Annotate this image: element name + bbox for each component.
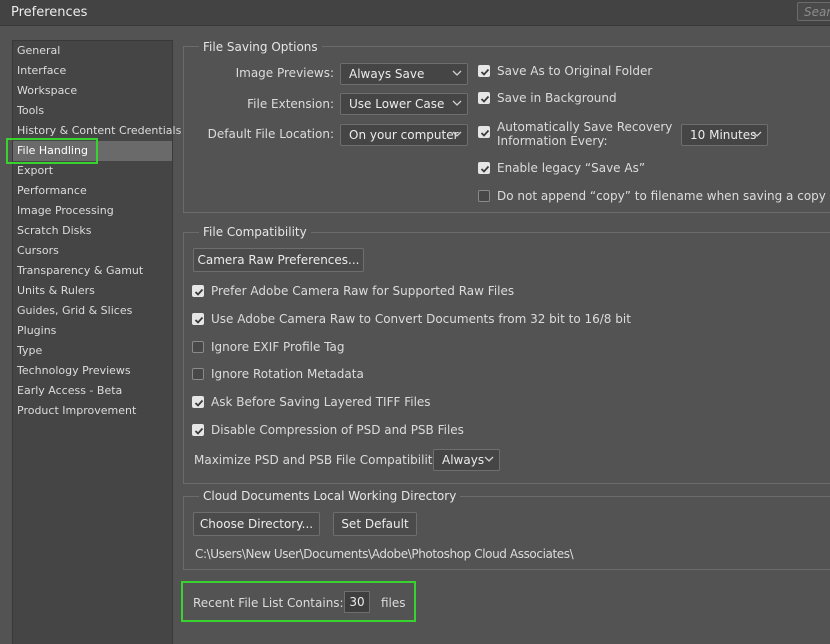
sidebar-item-workspace[interactable]: Workspace <box>13 81 172 101</box>
auto-recovery-interval-value: 10 Minutes <box>690 128 757 142</box>
save-as-original-checkbox[interactable] <box>478 65 490 77</box>
checkmark-icon <box>480 129 490 137</box>
chevron-down-icon <box>452 98 462 108</box>
checkmark-icon <box>480 68 490 76</box>
file-saving-options-title: File Saving Options <box>199 40 322 54</box>
checkmark-icon <box>194 288 204 296</box>
file-compatibility-title: File Compatibility <box>199 225 311 239</box>
cloud-directory-path: C:\Users\New User\Documents\Adobe\Photos… <box>195 547 574 561</box>
search-input[interactable] <box>804 5 830 19</box>
save-as-original-label: Save As to Original Folder <box>497 64 653 78</box>
image-previews-value: Always Save <box>349 67 425 81</box>
camera-raw-convert-label: Use Adobe Camera Raw to Convert Document… <box>211 312 631 326</box>
prefer-camera-raw-label: Prefer Adobe Camera Raw for Supported Ra… <box>211 284 515 298</box>
sidebar-item-general[interactable]: General <box>13 41 172 61</box>
set-default-button[interactable]: Set Default <box>333 512 417 536</box>
image-previews-dropdown[interactable]: Always Save <box>340 63 468 85</box>
file-extension-dropdown[interactable]: Use Lower Case <box>340 93 468 115</box>
file-extension-value: Use Lower Case <box>349 97 445 111</box>
save-background-label: Save in Background <box>497 91 617 105</box>
highlight-box-file-handling <box>6 138 98 164</box>
chevron-down-icon <box>452 68 462 78</box>
cloud-documents-title: Cloud Documents Local Working Directory <box>199 489 461 503</box>
highlight-box-recent-files <box>181 581 416 622</box>
auto-recovery-checkbox[interactable] <box>478 126 490 138</box>
checkmark-icon <box>480 165 490 173</box>
checkmark-icon <box>194 399 204 407</box>
maximize-compat-dropdown[interactable]: Always <box>433 449 500 471</box>
checkmark-icon <box>194 427 204 435</box>
sidebar-item-tech-previews[interactable]: Technology Previews <box>13 361 172 381</box>
sidebar-item-product-improvement[interactable]: Product Improvement <box>13 401 172 421</box>
checkmark-icon <box>480 95 490 103</box>
sidebar-item-type[interactable]: Type <box>13 341 172 361</box>
sidebar-item-transparency[interactable]: Transparency & Gamut <box>13 261 172 281</box>
sidebar-item-performance[interactable]: Performance <box>13 181 172 201</box>
sidebar-item-scratch-disks[interactable]: Scratch Disks <box>13 221 172 241</box>
ignore-rotation-checkbox[interactable] <box>192 368 204 380</box>
ignore-rotation-label: Ignore Rotation Metadata <box>211 367 364 381</box>
checkmark-icon <box>194 316 204 324</box>
default-location-label: Default File Location: <box>207 127 334 141</box>
ask-layered-tiff-label: Ask Before Saving Layered TIFF Files <box>211 395 431 409</box>
sidebar-item-early-access[interactable]: Early Access - Beta <box>13 381 172 401</box>
window-title: Preferences <box>11 5 88 20</box>
sidebar-item-interface[interactable]: Interface <box>13 61 172 81</box>
image-previews-label: Image Previews: <box>235 66 334 80</box>
maximize-compat-value: Always <box>442 453 485 467</box>
ignore-exif-label: Ignore EXIF Profile Tag <box>211 340 345 354</box>
disable-compression-checkbox[interactable] <box>192 424 204 436</box>
title-bar: Preferences <box>0 0 830 26</box>
file-extension-label: File Extension: <box>247 97 334 111</box>
auto-recovery-label-line1: Automatically Save Recovery <box>497 120 673 134</box>
legacy-save-as-checkbox[interactable] <box>478 162 490 174</box>
prefer-camera-raw-checkbox[interactable] <box>192 285 204 297</box>
search-field[interactable] <box>797 2 830 21</box>
sidebar-item-plugins[interactable]: Plugins <box>13 321 172 341</box>
maximize-compat-label: Maximize PSD and PSB File Compatibility: <box>194 453 443 467</box>
sidebar-item-image-processing[interactable]: Image Processing <box>13 201 172 221</box>
sidebar-item-export[interactable]: Export <box>13 161 172 181</box>
legacy-save-as-label: Enable legacy “Save As” <box>497 161 646 175</box>
preferences-sidebar: General Interface Workspace Tools Histor… <box>12 40 181 644</box>
ignore-exif-checkbox[interactable] <box>192 341 204 353</box>
choose-directory-button[interactable]: Choose Directory... <box>193 512 320 536</box>
no-copy-append-label: Do not append “copy” to filename when sa… <box>497 189 826 203</box>
chevron-down-icon <box>752 129 762 139</box>
sidebar-item-units-rulers[interactable]: Units & Rulers <box>13 281 172 301</box>
sidebar-item-tools[interactable]: Tools <box>13 101 172 121</box>
auto-recovery-label-line2: Information Every: <box>497 134 608 148</box>
sidebar-item-guides[interactable]: Guides, Grid & Slices <box>13 301 172 321</box>
default-location-dropdown[interactable]: On your computer <box>340 124 468 146</box>
auto-recovery-interval-dropdown[interactable]: 10 Minutes <box>681 124 768 146</box>
camera-raw-convert-checkbox[interactable] <box>192 313 204 325</box>
save-background-checkbox[interactable] <box>478 92 490 104</box>
no-copy-append-checkbox[interactable] <box>478 190 490 202</box>
disable-compression-label: Disable Compression of PSD and PSB Files <box>211 423 464 437</box>
chevron-down-icon <box>484 454 494 464</box>
chevron-down-icon <box>452 129 462 139</box>
sidebar-item-cursors[interactable]: Cursors <box>13 241 172 261</box>
default-location-value: On your computer <box>349 128 459 142</box>
camera-raw-preferences-button[interactable]: Camera Raw Preferences... <box>193 248 364 272</box>
ask-layered-tiff-checkbox[interactable] <box>192 396 204 408</box>
